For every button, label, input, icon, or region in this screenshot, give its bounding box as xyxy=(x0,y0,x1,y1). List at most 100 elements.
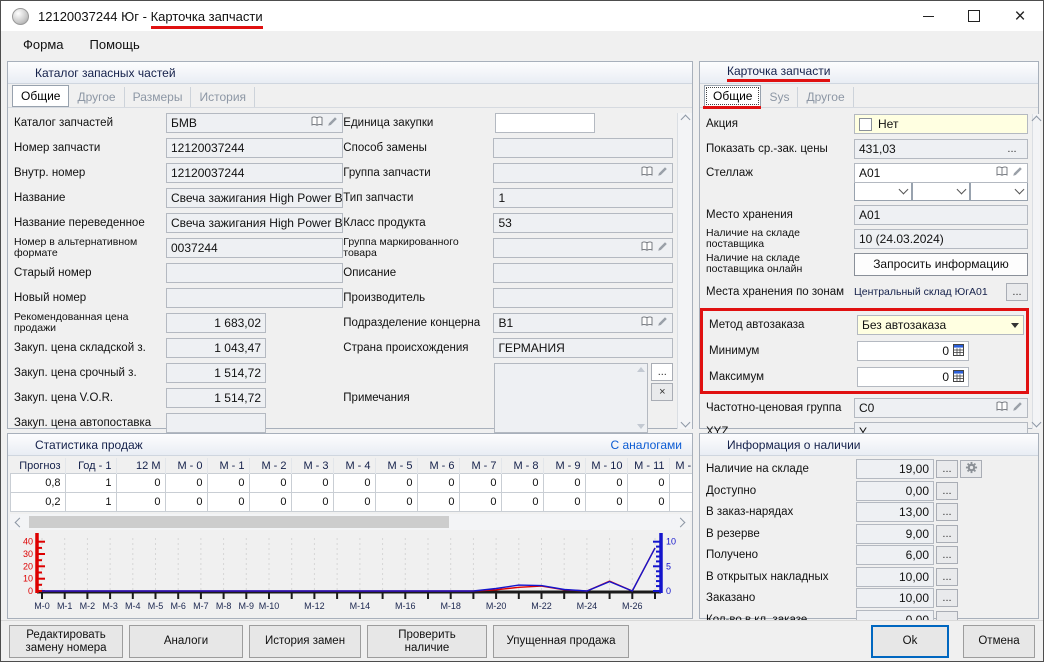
lost-sale-button[interactable]: Упущенная продажа xyxy=(493,625,629,658)
edit-replacement-button[interactable]: Редактировать замену номера xyxy=(9,625,123,658)
more-button[interactable]: ... xyxy=(1001,140,1023,158)
maximum-input[interactable]: 0 xyxy=(857,367,969,387)
purchase-price-auto-input[interactable] xyxy=(166,413,266,433)
more-button[interactable]: ... xyxy=(936,546,958,564)
more-button[interactable]: ... xyxy=(936,503,958,521)
tab-drugoe[interactable]: Другое xyxy=(69,87,124,107)
calculator-icon[interactable] xyxy=(953,344,964,359)
tab-drugoe[interactable]: Другое xyxy=(798,87,853,107)
minimize-button[interactable] xyxy=(905,1,951,31)
scroll-up-icon[interactable] xyxy=(1032,116,1042,126)
stats-horizontal-scrollbar[interactable] xyxy=(10,514,690,530)
tab-obshchie[interactable]: Общие xyxy=(704,85,761,107)
tab-obshchie[interactable]: Общие xyxy=(12,85,69,107)
stats-row[interactable]: 0,2100000000000000 xyxy=(11,493,693,512)
with-analogs-link[interactable]: С аналогами xyxy=(610,438,682,452)
pencil-icon[interactable] xyxy=(657,166,668,180)
storage-place-field[interactable]: A01 xyxy=(854,205,1028,225)
scroll-down-icon[interactable] xyxy=(637,424,645,429)
tab-razmery[interactable]: Размеры xyxy=(125,87,192,107)
maximize-button[interactable] xyxy=(951,1,997,31)
purchase-unit-input[interactable] xyxy=(495,113,595,133)
replacement-history-button[interactable]: История замен xyxy=(249,625,361,658)
card-vertical-scrollbar[interactable] xyxy=(1032,114,1040,429)
scroll-down-icon[interactable] xyxy=(680,418,690,428)
stats-row[interactable]: 0,8100000000000000 xyxy=(11,474,693,493)
analogs-button[interactable]: Аналоги xyxy=(129,625,243,658)
purchase-price-urgent-input[interactable]: 1 514,72 xyxy=(166,363,266,383)
marked-goods-group-input[interactable] xyxy=(493,238,673,258)
more-button[interactable]: ... xyxy=(936,525,958,543)
concern-division-input[interactable]: B1 xyxy=(493,313,673,333)
pencil-icon[interactable] xyxy=(657,316,668,330)
shelf-combo-1[interactable] xyxy=(854,181,912,201)
translated-name-input[interactable]: Свеча зажигания High Power BOSC xyxy=(166,213,343,233)
scroll-down-icon[interactable] xyxy=(1032,418,1042,428)
pencil-icon[interactable] xyxy=(327,116,338,130)
scroll-left-icon[interactable] xyxy=(15,517,25,527)
open-invoices-qty-field[interactable]: 10,00 xyxy=(856,567,934,587)
work-orders-qty-field[interactable]: 13,00 xyxy=(856,502,934,522)
description-input[interactable] xyxy=(493,263,673,283)
more-button[interactable]: ... xyxy=(936,482,958,500)
gear-button[interactable] xyxy=(960,460,982,478)
cancel-button[interactable]: Отмена xyxy=(963,625,1035,658)
freq-price-group-field[interactable]: C0 xyxy=(854,398,1028,418)
request-info-button[interactable]: Запросить информацию xyxy=(854,253,1028,276)
replace-method-input[interactable] xyxy=(493,138,673,158)
product-class-input[interactable]: 53 xyxy=(493,213,673,233)
shelf-combo-2[interactable] xyxy=(912,181,970,201)
menu-forma[interactable]: Форма xyxy=(23,37,64,52)
supplier-stock-field[interactable]: 10 (24.03.2024) xyxy=(854,229,1028,249)
alt-number-input[interactable]: 0037244 xyxy=(166,238,343,258)
ok-button[interactable]: Ok xyxy=(871,625,949,658)
shelf-field[interactable]: A01 xyxy=(854,163,1028,183)
stock-qty-field[interactable]: 19,00 xyxy=(856,459,934,479)
reserved-qty-field[interactable]: 9,00 xyxy=(856,524,934,544)
manufacturer-input[interactable] xyxy=(493,288,673,308)
book-icon[interactable] xyxy=(641,166,653,180)
avg-price-field[interactable]: 431,03 ... xyxy=(854,139,1028,159)
calculator-icon[interactable] xyxy=(953,370,964,385)
promo-checkbox[interactable] xyxy=(859,118,872,131)
book-icon[interactable] xyxy=(641,316,653,330)
pencil-icon[interactable] xyxy=(1012,401,1023,415)
book-icon[interactable] xyxy=(311,116,323,130)
promo-field[interactable]: Нет xyxy=(854,114,1028,134)
notes-clear-button[interactable]: × xyxy=(651,383,673,401)
menu-help[interactable]: Помощь xyxy=(90,37,140,52)
tab-istoriya[interactable]: История xyxy=(191,87,255,107)
available-qty-field[interactable]: 0,00 xyxy=(856,481,934,501)
recommended-price-input[interactable]: 1 683,02 xyxy=(166,313,266,333)
scroll-right-icon[interactable] xyxy=(676,517,686,527)
autoorder-method-select[interactable]: Без автозаказа xyxy=(857,315,1024,335)
shelf-combo-3[interactable] xyxy=(970,181,1028,201)
scroll-up-icon[interactable] xyxy=(680,115,690,125)
scrollbar-thumb[interactable] xyxy=(29,516,449,528)
purchase-price-warehouse-input[interactable]: 1 043,47 xyxy=(166,338,266,358)
notes-more-button[interactable]: ... xyxy=(651,363,673,381)
zones-more-button[interactable]: ... xyxy=(1006,283,1028,301)
pencil-icon[interactable] xyxy=(1012,166,1023,180)
check-availability-button[interactable]: Проверить наличие xyxy=(367,625,487,658)
internal-number-input[interactable]: 12120037244 xyxy=(166,163,343,183)
ordered-qty-field[interactable]: 10,00 xyxy=(856,588,934,608)
tab-sys[interactable]: Sys xyxy=(761,87,798,107)
part-number-input[interactable]: 12120037244 xyxy=(166,138,343,158)
catalog-vertical-scrollbar[interactable] xyxy=(677,113,692,429)
received-qty-field[interactable]: 6,00 xyxy=(856,545,934,565)
book-icon[interactable] xyxy=(996,401,1008,415)
close-button[interactable]: × xyxy=(997,1,1043,31)
purchase-price-vor-input[interactable]: 1 514,72 xyxy=(166,388,266,408)
book-icon[interactable] xyxy=(641,241,653,255)
book-icon[interactable] xyxy=(996,166,1008,180)
part-group-input[interactable] xyxy=(493,163,673,183)
country-of-origin-input[interactable]: ГЕРМАНИЯ xyxy=(493,338,673,358)
minimum-input[interactable]: 0 xyxy=(857,341,969,361)
more-button[interactable]: ... xyxy=(936,460,958,478)
notes-textarea[interactable] xyxy=(494,363,648,433)
catalog-input[interactable]: БМВ xyxy=(166,113,343,133)
more-button[interactable]: ... xyxy=(936,568,958,586)
old-number-input[interactable] xyxy=(166,263,343,283)
scroll-up-icon[interactable] xyxy=(637,367,645,372)
